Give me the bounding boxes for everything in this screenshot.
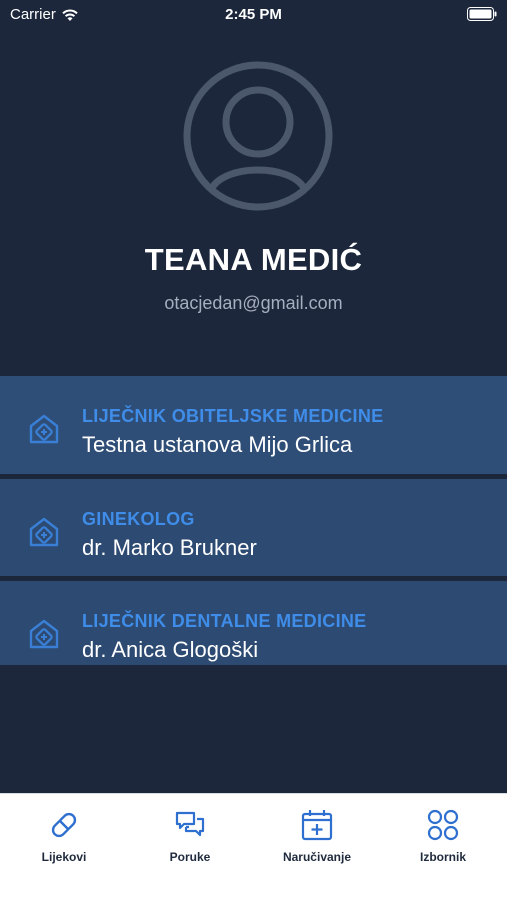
doctor-card-dental-medicine[interactable]: LIJEČNIK DENTALNE MEDICINE dr. Anica Glo… [0,581,507,665]
tab-lijekovi[interactable]: Lijekovi [1,808,127,864]
doctor-name: dr. Anica Glogoški [82,637,259,662]
calendar-plus-icon [301,810,333,841]
grid-icon [427,809,459,841]
user-name: TEANA MEDIĆ [144,242,363,277]
clinic-icon [29,414,59,444]
tab-label: Izbornik [419,850,466,864]
tab-poruke[interactable]: Poruke [127,808,253,864]
status-time: 2:45 PM [225,6,282,23]
tab-izbornik[interactable]: Izbornik [380,808,506,864]
tab-bar: Lijekovi Poruke Naručivanje Izbornik [0,793,507,900]
tab-label: Naručivanje [282,850,352,864]
pill-icon [51,812,77,838]
doctor-role: LIJEČNIK DENTALNE MEDICINE [82,611,367,631]
clinic-icon [29,517,59,547]
doctor-card-family-medicine[interactable]: LIJEČNIK OBITELJSKE MEDICINE Testna usta… [0,376,507,474]
chat-icon [175,811,205,837]
doctor-role: LIJEČNIK OBITELJSKE MEDICINE [82,406,384,426]
doctor-name: dr. Marko Brukner [82,535,257,560]
battery-icon [467,7,497,21]
doctor-name: Testna ustanova Mijo Grlica [82,432,353,457]
status-bar: Carrier 2:45 PM [0,0,507,30]
doctor-role: GINEKOLOG [82,509,195,529]
clinic-icon [29,619,59,649]
tab-narucivanje[interactable]: Naručivanje [254,808,380,864]
doctor-card-gynecologist[interactable]: GINEKOLOG dr. Marko Brukner [0,479,507,576]
user-email: otacjedan@gmail.com [164,293,343,313]
tab-label: Poruke [169,850,211,864]
avatar-icon[interactable] [182,60,334,212]
tab-label: Lijekovi [41,850,87,864]
